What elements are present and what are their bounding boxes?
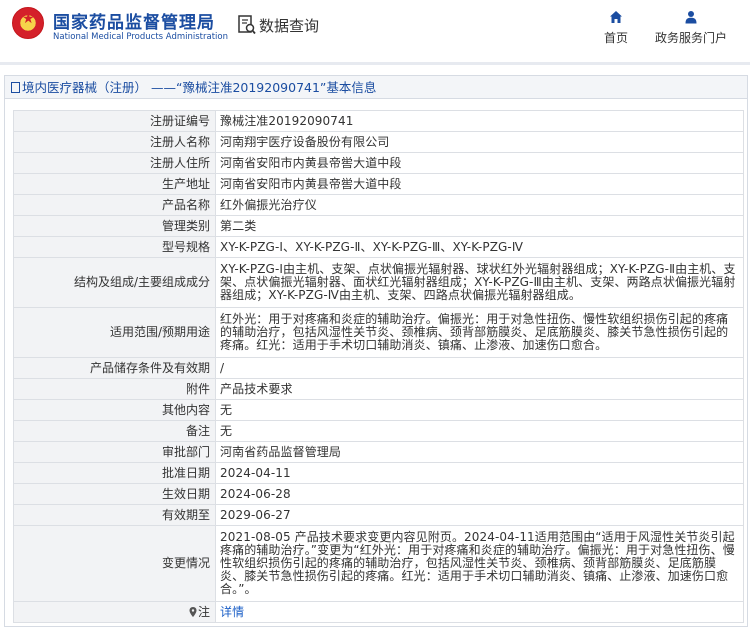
field-value: / <box>215 357 744 379</box>
note-label-cell: 注 <box>13 601 216 623</box>
field-label: 注册证编号 <box>13 110 216 132</box>
field-label: 注册人名称 <box>13 131 216 153</box>
nav-government-services[interactable]: 政务服务门户 <box>650 10 732 46</box>
nav-home-label: 首页 <box>603 31 628 45</box>
field-label: 结构及组成/主要组成成分 <box>13 257 216 308</box>
nav-home[interactable]: 首页 <box>598 10 634 46</box>
data-query-icon <box>238 15 256 35</box>
table-row: 产品名称 红外偏振光治疗仪 <box>13 194 744 216</box>
field-value: 红外光：用于对疼痛和炎症的辅助治疗。偏振光：用于对急性扭伤、慢性软组织损伤引起的… <box>215 307 744 358</box>
field-value: 河南省安阳市内黄县帝喾大道中段 <box>215 173 744 195</box>
table-row: 产品储存条件及有效期 / <box>13 357 744 379</box>
record-panel: 境内医疗器械（注册） ——“豫械注准20192090741”基本信息 注册证编号… <box>4 75 748 627</box>
site-logo-subtitle: National Medical Products Administration <box>53 32 228 42</box>
document-icon <box>11 82 20 93</box>
table-row: 生效日期 2024-06-28 <box>13 483 744 505</box>
national-emblem-icon[interactable] <box>12 7 44 39</box>
table-row: 审批部门 河南省药品监督管理局 <box>13 441 744 463</box>
table-row: 注册人名称 河南翔宇医疗设备股份有限公司 <box>13 131 744 153</box>
field-label: 管理类别 <box>13 215 216 237</box>
header-divider <box>0 62 750 65</box>
field-value: XY-K-PZG-Ⅰ、XY-K-PZG-Ⅱ、XY-K-PZG-Ⅲ、XY-K-PZ… <box>215 236 744 258</box>
field-label: 产品名称 <box>13 194 216 216</box>
field-label: 审批部门 <box>13 441 216 463</box>
field-label: 注 <box>197 604 210 619</box>
table-row: 型号规格 XY-K-PZG-Ⅰ、XY-K-PZG-Ⅱ、XY-K-PZG-Ⅲ、XY-… <box>13 236 744 258</box>
table-row: 注册证编号 豫械注准20192090741 <box>13 110 744 132</box>
table-row: 注 详情 <box>13 601 744 623</box>
home-icon <box>610 11 622 23</box>
nav-government-services-label: 政务服务门户 <box>654 31 727 45</box>
site-header: 国家药品监督管理局 National Medical Products Admi… <box>0 0 750 58</box>
field-value: 河南省安阳市内黄县帝喾大道中段 <box>215 152 744 174</box>
field-value: 红外偏振光治疗仪 <box>215 194 744 216</box>
data-query-title: 数据查询 <box>259 17 320 35</box>
details-link[interactable]: 详情 <box>220 605 244 619</box>
field-value: 产品技术要求 <box>215 378 744 400</box>
panel-title-bar: 境内医疗器械（注册） ——“豫械注准20192090741”基本信息 <box>5 76 747 99</box>
field-value: 河南省药品监督管理局 <box>215 441 744 463</box>
field-label: 注册人住所 <box>13 152 216 174</box>
location-pin-icon <box>189 606 197 617</box>
table-row: 管理类别 第二类 <box>13 215 744 237</box>
table-row: 注册人住所 河南省安阳市内黄县帝喾大道中段 <box>13 152 744 174</box>
field-value: 2024-06-28 <box>215 483 744 505</box>
record-detail-table: 注册证编号 豫械注准20192090741 注册人名称 河南翔宇医疗设备股份有限公司… <box>13 110 744 623</box>
table-row: 附件 产品技术要求 <box>13 378 744 400</box>
panel-title: 境内医疗器械（注册） ——“豫械注准20192090741”基本信息 <box>22 80 377 95</box>
field-label: 生产地址 <box>13 173 216 195</box>
table-row: 备注无 <box>13 420 744 442</box>
field-label: 适用范围/预期用途 <box>13 307 216 358</box>
field-label: 产品储存条件及有效期 <box>13 357 216 379</box>
field-value: 2029-06-27 <box>215 504 744 526</box>
field-value: 2021-08-05 产品技术要求变更内容见附页。2024-04-11适用范围由… <box>215 525 744 602</box>
table-row: 适用范围/预期用途 红外光：用于对疼痛和炎症的辅助治疗。偏振光：用于对急性扭伤、慢… <box>13 307 744 358</box>
field-value: 豫械注准20192090741 <box>215 110 744 132</box>
field-label: 生效日期 <box>13 483 216 505</box>
field-value: 河南翔宇医疗设备股份有限公司 <box>215 131 744 153</box>
field-label: 有效期至 <box>13 504 216 526</box>
table-row: 结构及组成/主要组成成分 XY-K-PZG-Ⅰ由主机、支架、点状偏振光辐射器、球状… <box>13 257 744 308</box>
field-label: 型号规格 <box>13 236 216 258</box>
field-value: 无 <box>215 399 744 421</box>
field-value: XY-K-PZG-Ⅰ由主机、支架、点状偏振光辐射器、球状红外光辐射器组成；XY-… <box>215 257 744 308</box>
field-value-cell: 详情 <box>215 601 744 623</box>
field-value: 无 <box>215 420 744 442</box>
field-label: 其他内容 <box>13 399 216 421</box>
table-row: 生产地址 河南省安阳市内黄县帝喾大道中段 <box>13 173 744 195</box>
field-label: 备注 <box>13 420 216 442</box>
field-label: 附件 <box>13 378 216 400</box>
site-logo-title[interactable]: 国家药品监督管理局 <box>53 8 215 33</box>
field-label: 批准日期 <box>13 462 216 484</box>
table-row: 有效期至 2029-06-27 <box>13 504 744 526</box>
table-row: 其他内容无 <box>13 399 744 421</box>
table-row: 变更情况 2021-08-05 产品技术要求变更内容见附页。2024-04-11适… <box>13 525 744 602</box>
user-icon <box>685 11 697 24</box>
table-row: 批准日期 2024-04-11 <box>13 462 744 484</box>
field-value: 2024-04-11 <box>215 462 744 484</box>
field-value: 第二类 <box>215 215 744 237</box>
field-label: 变更情况 <box>13 525 216 602</box>
